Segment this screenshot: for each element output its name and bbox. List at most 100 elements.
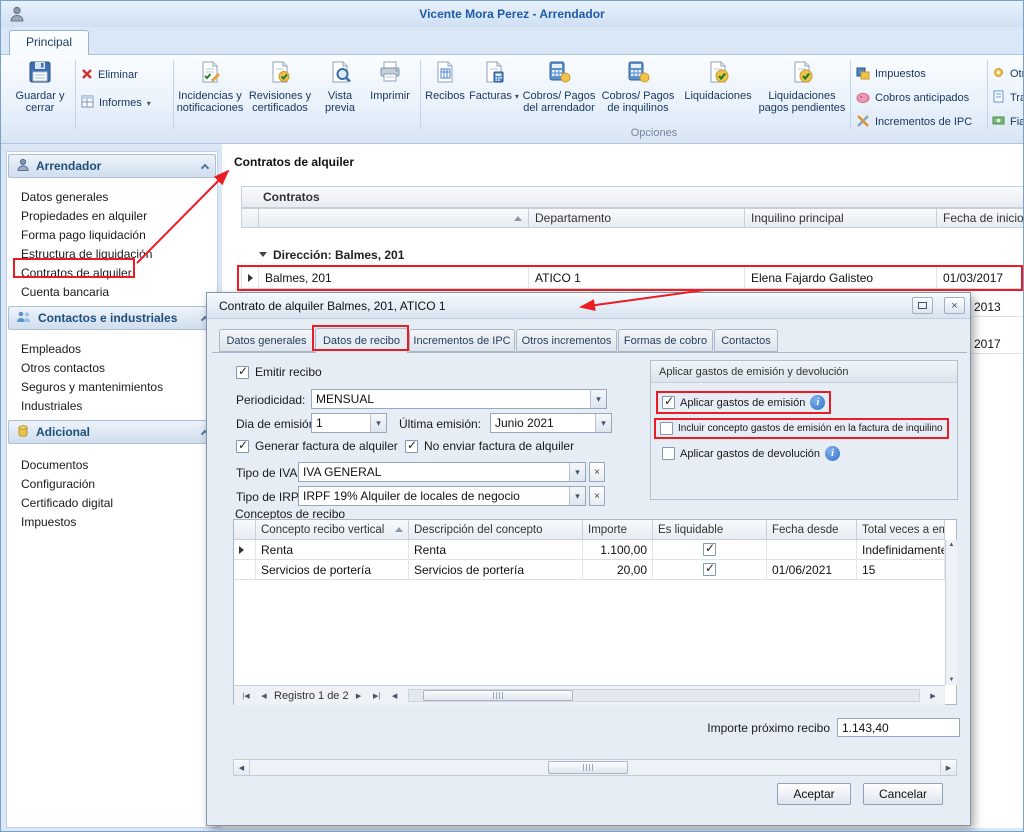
dialog-titlebar[interactable]: Contrato de alquiler Balmes, 201, ATICO … [207, 293, 970, 319]
incluir-concepto-checkbox[interactable] [660, 422, 673, 435]
dropdown-arrow-icon[interactable] [595, 414, 611, 432]
nav-prev-button[interactable]: ◀ [256, 689, 272, 703]
incidencias-button[interactable]: Incidencias y notificaciones [177, 60, 243, 138]
sidebar-section-adicional[interactable]: Adicional [8, 420, 216, 444]
grid-vscrollbar[interactable]: ▲▼ [945, 540, 957, 685]
cobros-anticipados-button[interactable]: Cobros anticipados [856, 88, 969, 108]
conceptos-cell[interactable]: 1.100,00 [583, 540, 653, 560]
grid-header-direccion[interactable] [259, 208, 529, 228]
impuestos-button[interactable]: Impuestos [856, 64, 926, 84]
sidebar-item-forma-pago[interactable]: Forma pago liquidación [7, 226, 215, 245]
conceptos-cell[interactable]: Servicios de portería [409, 560, 583, 580]
conceptos-header-descripcion[interactable]: Descripción del concepto [409, 520, 583, 540]
grid-hscroll-thumb[interactable] [423, 690, 573, 701]
sidebar-item-contratos-alquiler[interactable]: Contratos de alquiler [7, 264, 215, 283]
sidebar-item-configuracion[interactable]: Configuración [7, 475, 215, 494]
cancelar-button[interactable]: Cancelar [863, 783, 943, 805]
sidebar-section-contactos[interactable]: Contactos e industriales [8, 306, 216, 330]
revisiones-button[interactable]: Revisiones y certificados [245, 60, 315, 138]
conceptos-cell[interactable] [767, 540, 857, 560]
fian-button[interactable]: Fian [992, 112, 1024, 132]
otro-button[interactable]: Otro [992, 64, 1024, 84]
tab-contactos[interactable]: Contactos [714, 329, 778, 352]
grid-header-inquilino[interactable]: Inquilino principal [745, 208, 937, 228]
conceptos-cell-liquidable[interactable] [653, 540, 767, 560]
emitir-recibo-row[interactable]: Emitir recibo [236, 365, 322, 379]
nav-next-button[interactable]: ▶ [351, 689, 367, 703]
sidebar-item-cuenta-bancaria[interactable]: Cuenta bancaria [7, 283, 215, 302]
tipo-iva-select[interactable]: IVA GENERAL [298, 462, 586, 482]
sidebar-section-arrendador[interactable]: Arrendador [8, 154, 216, 178]
tipo-irpf-select[interactable]: IRPF 19% Alquiler de locales de negocio [298, 486, 586, 506]
tab-datos-de-recibo[interactable]: Datos de recibo [315, 328, 408, 353]
grid-group-row[interactable]: Dirección: Balmes, 201 [259, 245, 1019, 264]
tras-button[interactable]: Tras [992, 88, 1024, 108]
aplicar-gastos-devolucion-row[interactable]: Aplicar gastos de devolución i [662, 446, 840, 461]
nav-hscroll-left-icon[interactable]: ◀ [387, 689, 403, 703]
imprimir-button[interactable]: Imprimir [364, 60, 416, 138]
dropdown-arrow-icon[interactable] [569, 463, 585, 481]
grid-header-fecha[interactable]: Fecha de inicio [937, 208, 1024, 228]
tipo-iva-clear-button[interactable]: × [589, 462, 605, 482]
tab-otros-incrementos[interactable]: Otros incrementos [516, 329, 617, 352]
conceptos-header-liquidable[interactable]: Es liquidable [653, 520, 767, 540]
conceptos-cell[interactable]: 01/06/2021 [767, 560, 857, 580]
row-cell-inquilino[interactable]: Elena Fajardo Galisteo [745, 267, 937, 289]
tab-formas-de-cobro[interactable]: Formas de cobro [618, 329, 713, 352]
conceptos-cell[interactable]: Indefinidamente [857, 540, 945, 560]
incluir-concepto-row[interactable]: Incluir concepto gastos de emisión en la… [654, 418, 949, 439]
nav-hscroll-right-icon[interactable]: ▶ [925, 689, 941, 703]
grid-hscrollbar[interactable] [408, 689, 920, 702]
sidebar-item-seguros[interactable]: Seguros y mantenimientos [7, 378, 215, 397]
sidebar-item-certificado[interactable]: Certificado digital [7, 494, 215, 513]
no-enviar-factura-checkbox[interactable] [405, 440, 418, 453]
periodicidad-select[interactable]: MENSUAL [311, 389, 607, 409]
dialog-hscroll-thumb[interactable] [548, 761, 628, 774]
sidebar-item-propiedades[interactable]: Propiedades en alquiler [7, 207, 215, 226]
sidebar-item-industriales[interactable]: Industriales [7, 397, 215, 416]
row-cell-fecha[interactable]: 01/03/2017 [937, 267, 1024, 289]
emitir-recibo-checkbox[interactable] [236, 366, 249, 379]
sidebar-item-impuestos[interactable]: Impuestos [7, 513, 215, 532]
tab-incrementos-ipc[interactable]: Incrementos de IPC [409, 329, 515, 352]
dialog-hscrollbar[interactable]: ◀ ▶ [233, 759, 957, 776]
tipo-irpf-clear-button[interactable]: × [589, 486, 605, 506]
conceptos-cell[interactable]: 20,00 [583, 560, 653, 580]
eliminar-button[interactable]: Eliminar [81, 65, 138, 85]
informes-button[interactable]: Informes ▾ [81, 93, 151, 113]
row-cell-departamento[interactable]: ATICO 1 [529, 267, 745, 289]
scroll-up-icon[interactable]: ▲ [949, 542, 955, 548]
conceptos-header-fecha[interactable]: Fecha desde [767, 520, 857, 540]
grid-header-departamento[interactable]: Departamento [529, 208, 745, 228]
row-cell-direccion[interactable]: Balmes, 201 [259, 267, 529, 289]
restore-button[interactable] [912, 297, 933, 314]
info-icon[interactable]: i [825, 446, 840, 461]
conceptos-header-importe[interactable]: Importe [583, 520, 653, 540]
guardar-cerrar-button[interactable]: Guardar y cerrar [11, 60, 69, 138]
sidebar-item-estructura[interactable]: Estructura de liquidación [7, 245, 215, 264]
sidebar-item-otros-contactos[interactable]: Otros contactos [7, 359, 215, 378]
conceptos-cell[interactable]: 15 [857, 560, 945, 580]
scroll-right-icon[interactable]: ▶ [940, 760, 956, 775]
dropdown-arrow-icon[interactable] [569, 487, 585, 505]
scroll-left-icon[interactable]: ◀ [234, 760, 250, 775]
conceptos-cell-liquidable[interactable] [653, 560, 767, 580]
generar-factura-row[interactable]: Generar factura de alquiler [236, 439, 398, 453]
conceptos-header-concepto[interactable]: Concepto recibo vertical [256, 520, 409, 540]
conceptos-cell[interactable]: Renta [409, 540, 583, 560]
sidebar-item-documentos[interactable]: Documentos [7, 456, 215, 475]
conceptos-header-total[interactable]: Total veces a emit [857, 520, 945, 540]
nav-first-button[interactable]: |◀ [238, 689, 254, 703]
tab-datos-generales[interactable]: Datos generales [219, 329, 314, 352]
liquidable-checkbox[interactable] [703, 543, 716, 556]
aplicar-gastos-devolucion-checkbox[interactable] [662, 447, 675, 460]
conceptos-cell[interactable]: Servicios de portería [256, 560, 409, 580]
conceptos-cell[interactable]: Renta [256, 540, 409, 560]
aplicar-gastos-emision-row[interactable]: Aplicar gastos de emisión i [656, 391, 831, 414]
dropdown-arrow-icon[interactable] [370, 414, 386, 432]
ultima-emision-select[interactable]: Junio 2021 [490, 413, 612, 433]
sidebar-item-empleados[interactable]: Empleados [7, 340, 215, 359]
close-button[interactable]: × [944, 297, 965, 314]
no-enviar-factura-row[interactable]: No enviar factura de alquiler [405, 439, 574, 453]
tab-principal[interactable]: Principal [9, 30, 89, 55]
